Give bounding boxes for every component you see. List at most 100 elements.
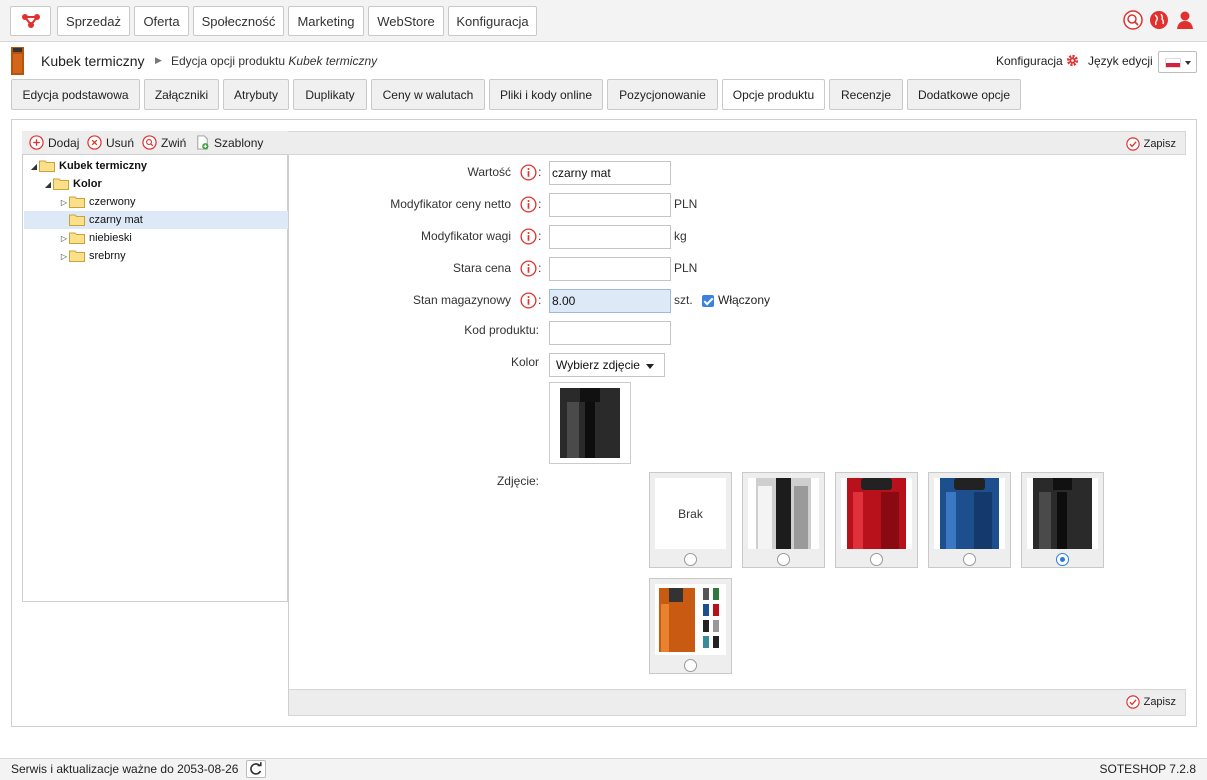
price-unit: PLN — [674, 197, 698, 211]
remove-icon — [87, 135, 102, 150]
tree-item-label: czerwony — [89, 196, 136, 208]
tab-atrybuty[interactable]: Atrybuty — [223, 79, 289, 110]
weight-modifier-field[interactable] — [549, 225, 671, 249]
configuration-link[interactable]: Konfiguracja — [996, 54, 1063, 68]
tree-item[interactable]: ▷ srebrny — [59, 247, 126, 265]
photo-label: Zdjęcie: — [496, 474, 539, 488]
price-modifier-field[interactable] — [549, 193, 671, 217]
add-button[interactable]: Dodaj — [29, 135, 79, 150]
tree-group[interactable]: ◢ Kolor — [43, 175, 102, 193]
tree-item-selected[interactable]: czarny mat — [24, 211, 288, 229]
add-label: Dodaj — [48, 135, 80, 150]
tab-zalaczniki[interactable]: Załączniki — [144, 79, 219, 110]
folder-open-icon — [39, 160, 55, 172]
nav-konfiguracja[interactable]: Konfiguracja — [448, 6, 537, 36]
tab-dodatkowe-opcje[interactable]: Dodatkowe opcje — [907, 79, 1021, 110]
nav-webstore[interactable]: WebStore — [368, 6, 444, 36]
photo-option-blue[interactable] — [928, 472, 1011, 568]
remove-label: Usuń — [106, 135, 135, 150]
enabled-label: Włączony — [718, 293, 771, 307]
breadcrumb: Edycja opcji produktu Kubek termiczny — [171, 54, 377, 68]
info-icon[interactable] — [520, 164, 537, 181]
tree-root[interactable]: ◢ Kubek termiczny — [29, 157, 147, 175]
stock-field[interactable]: 8.00 — [549, 289, 671, 313]
remove-button[interactable]: Usuń — [87, 135, 134, 150]
photo-radio[interactable] — [684, 553, 697, 566]
photo-radio[interactable] — [963, 553, 976, 566]
photo-option-orange[interactable] — [649, 578, 732, 674]
expand-toggle-icon[interactable]: ◢ — [29, 162, 39, 171]
tab-duplikaty[interactable]: Duplikaty — [293, 79, 367, 110]
photo-radio[interactable] — [684, 659, 697, 672]
info-icon[interactable] — [520, 292, 537, 309]
collapse-icon — [142, 135, 157, 150]
tree-item-label: niebieski — [89, 232, 132, 244]
form-toolbar: Zapisz — [288, 131, 1186, 155]
photo-radio[interactable] — [777, 553, 790, 566]
enabled-checkbox[interactable] — [702, 295, 714, 307]
options-tree: ◢ Kubek termiczny ◢ Kolor ▷ czerwony cza… — [22, 155, 288, 602]
photo-radio[interactable] — [870, 553, 883, 566]
nav-marketing[interactable]: Marketing — [288, 6, 364, 36]
tree-root-label: Kubek termiczny — [59, 160, 148, 172]
info-icon[interactable] — [520, 228, 537, 245]
nav-sprzedaz[interactable]: Sprzedaż — [57, 6, 130, 36]
tree-item[interactable]: ▷ czerwony — [59, 193, 135, 211]
value-field[interactable]: czarny mat — [549, 161, 671, 185]
expand-toggle-icon[interactable]: ▷ — [59, 234, 69, 243]
choose-photo-dropdown[interactable]: Wybierz zdjęcie — [549, 353, 665, 377]
colon: : — [538, 197, 542, 211]
info-icon[interactable] — [520, 260, 537, 277]
templates-button[interactable]: Szablony — [195, 135, 263, 150]
refresh-button[interactable] — [246, 760, 266, 778]
orange-mug-collage-image — [655, 584, 726, 655]
tab-pozycjonowanie[interactable]: Pozycjonowanie — [607, 79, 718, 110]
old-price-label: Stara cena — [452, 261, 511, 275]
tab-opcje-produktu[interactable]: Opcje produktu — [722, 79, 825, 110]
colon: : — [538, 261, 542, 275]
nav-spolecznosc[interactable]: Społeczność — [193, 6, 284, 36]
chevron-down-icon — [646, 364, 654, 369]
photo-option-silver[interactable] — [742, 472, 825, 568]
black-mug-image — [555, 388, 625, 458]
info-icon[interactable] — [520, 196, 537, 213]
search-icon[interactable] — [1123, 10, 1143, 30]
folder-open-icon — [53, 178, 69, 190]
tree-item-label: czarny mat — [89, 214, 143, 226]
breadcrumb-product: Kubek termiczny — [288, 54, 378, 68]
product-code-field[interactable] — [549, 321, 671, 345]
expand-toggle-icon[interactable]: ◢ — [43, 180, 53, 189]
globe-icon[interactable] — [1149, 10, 1169, 30]
blue-mug-image — [934, 478, 1005, 549]
tree-group-label: Kolor — [73, 178, 102, 190]
photo-radio-selected[interactable] — [1056, 553, 1069, 566]
expand-toggle-icon[interactable]: ▷ — [59, 198, 69, 207]
weight-unit: kg — [674, 229, 687, 243]
photo-option-black[interactable] — [1021, 472, 1104, 568]
tab-pliki-i-kody[interactable]: Pliki i kody online — [489, 79, 603, 110]
polish-flag-icon — [1165, 58, 1181, 68]
app-logo-button[interactable] — [10, 6, 51, 36]
tab-recenzje[interactable]: Recenzje — [829, 79, 903, 110]
black-mug-image — [1027, 478, 1098, 549]
tab-ceny-w-walutach[interactable]: Ceny w walutach — [371, 79, 485, 110]
save-button-top[interactable]: Zapisz — [1125, 137, 1176, 151]
photo-option-red[interactable] — [835, 472, 918, 568]
nav-oferta[interactable]: Oferta — [134, 6, 189, 36]
collapse-button[interactable]: Zwiń — [142, 135, 186, 150]
tree-item[interactable]: ▷ niebieski — [59, 229, 132, 247]
old-price-field[interactable] — [549, 257, 671, 281]
price-modifier-label: Modyfikator ceny netto — [390, 197, 511, 211]
save-button-bottom[interactable]: Zapisz — [1125, 695, 1176, 709]
language-select[interactable] — [1158, 51, 1197, 73]
folder-icon — [69, 214, 85, 226]
photo-option-none[interactable]: Brak — [649, 472, 732, 568]
user-icon[interactable] — [1175, 10, 1195, 30]
stock-unit: szt. — [674, 293, 693, 307]
top-navigation: Sprzedaż Oferta Społeczność Marketing We… — [0, 0, 1207, 42]
tab-edycja-podstawowa[interactable]: Edycja podstawowa — [11, 79, 140, 110]
save-check-icon — [1125, 137, 1140, 151]
form-footer: Zapisz — [288, 689, 1186, 716]
expand-toggle-icon[interactable]: ▷ — [59, 252, 69, 261]
gear-icon[interactable] — [1066, 54, 1079, 67]
